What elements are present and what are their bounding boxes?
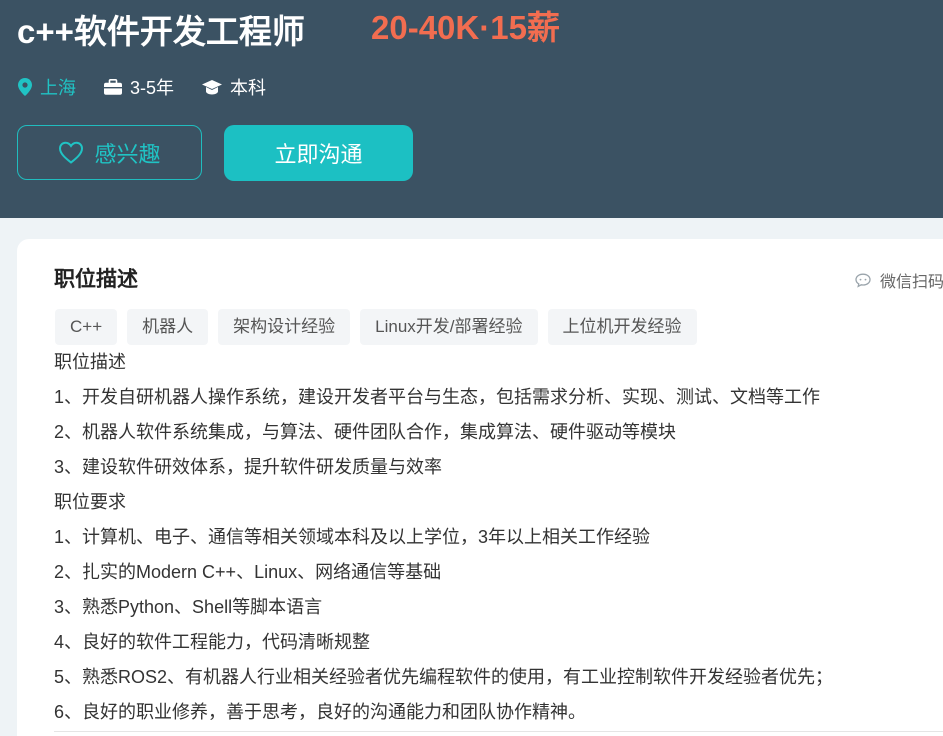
chat-bubble-icon (855, 273, 871, 288)
skill-tag: C++ (55, 309, 118, 345)
skill-tag: Linux开发/部署经验 (360, 309, 538, 345)
description-line: 2、机器人软件系统集成，与算法、硬件团队合作，集成算法、硬件驱动等模块 (54, 422, 677, 442)
description-heading: 职位描述 (54, 352, 126, 372)
briefcase-icon (104, 79, 122, 95)
skill-tag: 机器人 (127, 309, 209, 345)
job-description-card: 职位描述 微信扫码 C++ 机器人 架构设计经验 Linux开发/部署经验 上位… (17, 239, 943, 736)
wechat-scan-label: 微信扫码 (880, 274, 943, 291)
job-experience-label: 3-5年 (130, 78, 175, 98)
requirement-line: 2、扎实的Modern C++、Linux、网络通信等基础 (54, 562, 442, 582)
requirements-heading: 职位要求 (54, 492, 126, 512)
section-title: 职位描述 (54, 268, 138, 291)
skill-tags: C++ 机器人 架构设计经验 Linux开发/部署经验 上位机开发经验 (55, 309, 707, 345)
job-city[interactable]: 上海 (18, 74, 76, 100)
skill-tag: 架构设计经验 (218, 309, 351, 345)
requirement-line: 6、良好的职业修养，善于思考，良好的沟通能力和团队协作精神。 (54, 702, 587, 722)
chat-now-button[interactable]: 立即沟通 (224, 125, 413, 181)
description-line: 1、开发自研机器人操作系统，建设开发者平台与生态，包括需求分析、实现、测试、文档… (54, 387, 821, 407)
job-experience: 3-5年 (104, 74, 174, 100)
divider (54, 731, 943, 732)
salary: 20-40K·15薪 (371, 9, 560, 46)
job-education: 本科 (202, 74, 266, 100)
job-education-label: 本科 (230, 78, 267, 98)
heart-icon (59, 141, 84, 164)
location-pin-icon (18, 78, 32, 96)
requirement-line: 1、计算机、电子、通信等相关领域本科及以上学位，3年以上相关工作经验 (54, 527, 651, 547)
job-city-label: 上海 (40, 78, 76, 98)
chat-now-button-label: 立即沟通 (274, 142, 363, 167)
job-header: c++软件开发工程师 20-40K·15薪 上海 3-5年 本科 感兴趣 立即沟… (0, 0, 943, 218)
graduation-cap-icon (202, 80, 223, 95)
requirement-line: 5、熟悉ROS2、有机器人行业相关经验者优先编程软件的使用，有工业控制软件开发经… (54, 667, 834, 687)
job-description-text: 职位描述 1、开发自研机器人操作系统，建设开发者平台与生态，包括需求分析、实现、… (54, 345, 934, 730)
description-line: 3、建设软件研效体系，提升软件研发质量与效率 (54, 457, 443, 477)
interest-button-label: 感兴趣 (94, 141, 161, 167)
job-meta: 上海 3-5年 本科 (18, 74, 294, 100)
requirement-line: 3、熟悉Python、Shell等脚本语言 (54, 597, 323, 617)
requirement-line: 4、良好的软件工程能力，代码清晰规整 (54, 632, 371, 652)
job-title: c++软件开发工程师 (17, 13, 305, 50)
skill-tag: 上位机开发经验 (547, 309, 697, 345)
interest-button[interactable]: 感兴趣 (17, 125, 202, 180)
wechat-scan-link[interactable]: 微信扫码 (855, 268, 943, 292)
